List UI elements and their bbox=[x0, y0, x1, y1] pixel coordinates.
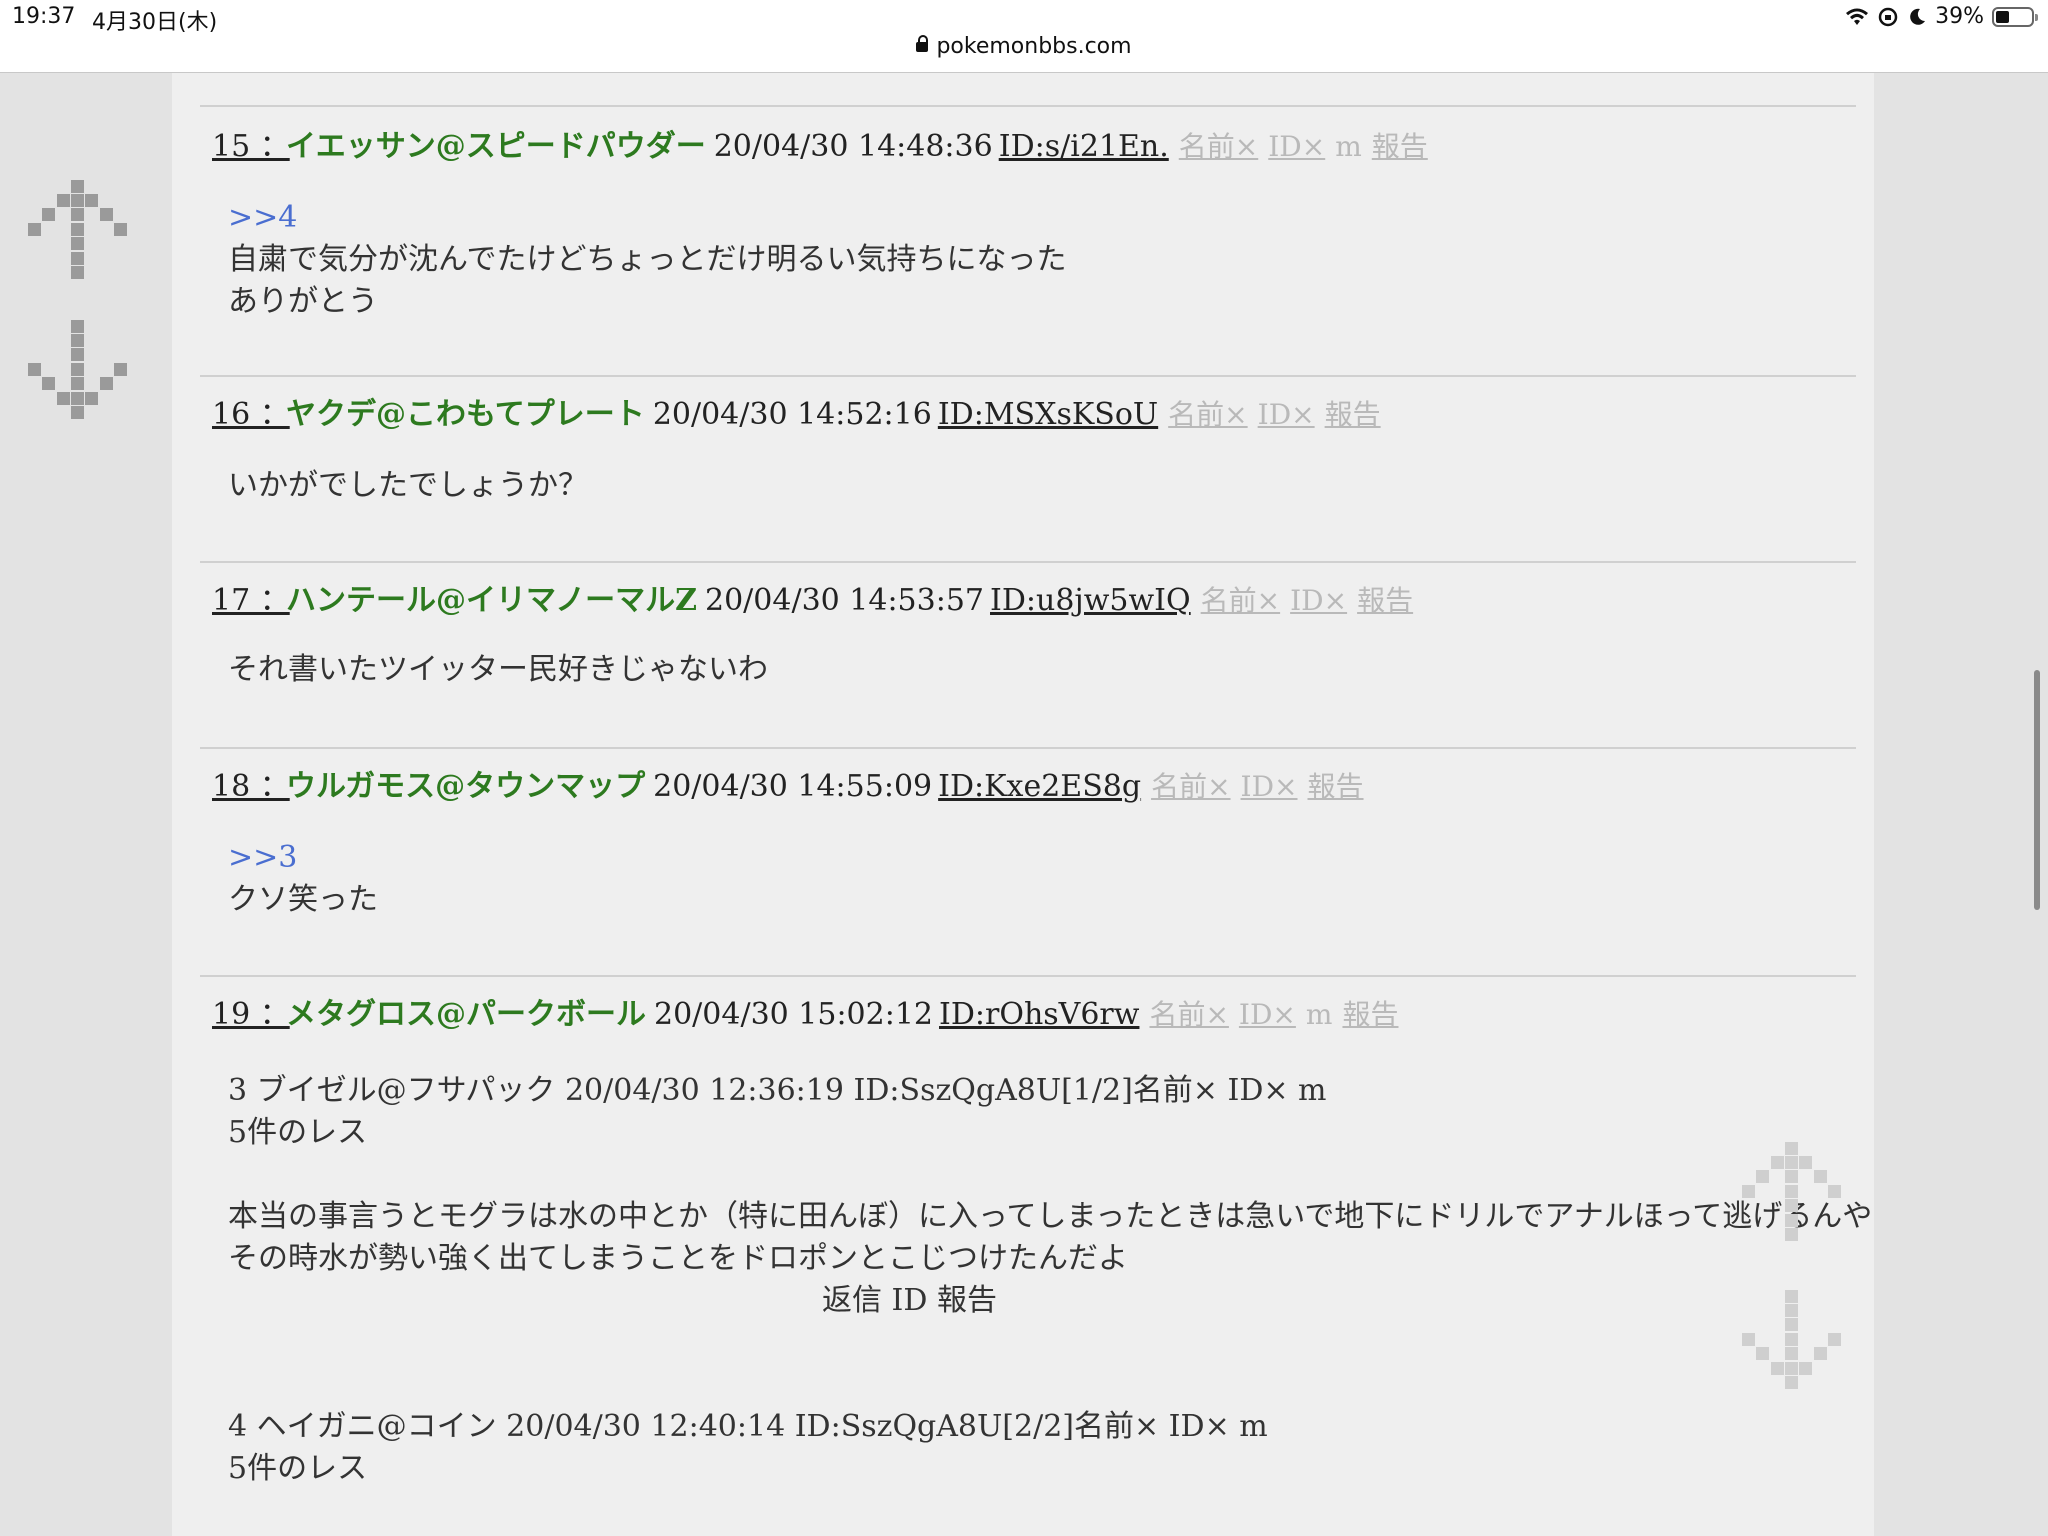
reply-anchor-link[interactable]: >>4 bbox=[228, 197, 1067, 239]
post-date: 20/04/30 15:02:12 bbox=[654, 997, 934, 1032]
post-text-line: クソ笑った bbox=[228, 882, 378, 917]
post-19: 19 ：メタグロス@パークボール 20/04/30 15:02:12 ID:rOhs… bbox=[200, 975, 1856, 1057]
quoted-text: その時水が勢い強く出てしまうことをドロポンとこじつけたんだよ bbox=[228, 1241, 1128, 1276]
post-text-line: ありがとう bbox=[228, 284, 378, 319]
poster-id-link[interactable]: ID:u8jw5wIQ bbox=[990, 583, 1191, 618]
post-date: 20/04/30 14:53:57 bbox=[705, 583, 985, 618]
poster-id-link[interactable]: ID:MSXsKSoU bbox=[938, 397, 1158, 432]
post-date: 20/04/30 14:48:36 bbox=[713, 129, 993, 164]
address-bar[interactable]: pokemonbbs.com bbox=[0, 34, 2048, 59]
hide-name-button[interactable]: 名前× bbox=[1168, 398, 1247, 431]
poster-id-link[interactable]: ID:Kxe2ES8g bbox=[938, 769, 1141, 804]
poster-id-link[interactable]: ID:rOhsV6rw bbox=[939, 997, 1139, 1032]
post-header: 19 ：メタグロス@パークボール 20/04/30 15:02:12 ID:rOhs… bbox=[212, 989, 1408, 1033]
status-bar: 19:37 4月30日(木) pokemonbbs.com 39% bbox=[0, 0, 2048, 73]
scroll-up-icon[interactable] bbox=[28, 180, 128, 280]
post-number[interactable]: 16 ： bbox=[212, 389, 290, 433]
orientation-lock-icon bbox=[1878, 7, 1898, 26]
reply-anchor-link[interactable]: >>3 bbox=[228, 837, 378, 879]
post-number[interactable]: 19 ： bbox=[212, 989, 290, 1033]
post-header: 17 ：ハンテール@イリマノーマルZ 20/04/30 14:53:57 ID:u8… bbox=[212, 575, 1423, 619]
status-time: 19:37 bbox=[12, 4, 76, 29]
poster-name: ハンテール@イリマノーマルZ bbox=[286, 583, 697, 618]
post-header: 15 ：イエッサン@スピードパウダー 20/04/30 14:48:36 ID:s/… bbox=[212, 121, 1438, 165]
post-date: 20/04/30 14:52:16 bbox=[652, 397, 932, 432]
hide-id-button[interactable]: ID× bbox=[1268, 130, 1325, 163]
post-15: 15 ：イエッサン@スピードパウダー 20/04/30 14:48:36 ID:s/… bbox=[200, 105, 1856, 375]
quoted-actions: 返信 ID 報告 bbox=[822, 1283, 997, 1318]
status-date: 4月30日(木) bbox=[92, 10, 218, 35]
reply-count: 5件のレス bbox=[228, 1115, 368, 1150]
hide-name-button[interactable]: 名前× bbox=[1151, 770, 1230, 803]
post-16: 16 ：ヤクデ@こわもてプレート 20/04/30 14:52:16 ID:MSXs… bbox=[200, 375, 1856, 561]
hide-name-button[interactable]: 名前× bbox=[1149, 998, 1228, 1031]
wifi-icon bbox=[1846, 8, 1869, 25]
hide-name-button[interactable]: 名前× bbox=[1179, 130, 1258, 163]
lock-icon bbox=[916, 35, 929, 52]
poster-name: イエッサン@スピードパウダー bbox=[286, 129, 706, 164]
post-header: 18 ：ウルガモス@タウンマップ 20/04/30 14:55:09 ID:Kxe2… bbox=[212, 761, 1374, 805]
url-text: pokemonbbs.com bbox=[936, 34, 1132, 59]
post-body: >>4 自粛で気分が沈んでたけどちょっとだけ明るい気持ちになった ありがとう bbox=[228, 197, 1067, 323]
post-body: >>3 クソ笑った bbox=[228, 837, 378, 921]
hide-id-button[interactable]: ID× bbox=[1258, 398, 1315, 431]
post-18: 18 ：ウルガモス@タウンマップ 20/04/30 14:55:09 ID:Kxe2… bbox=[200, 747, 1856, 975]
battery-percent: 39% bbox=[1935, 4, 1984, 29]
post-body: それ書いたツイッター民好きじゃないわ bbox=[228, 649, 768, 691]
hide-id-button[interactable]: ID× bbox=[1241, 770, 1298, 803]
post-text-line: いかがでしたでしょうか？ bbox=[228, 468, 588, 503]
scrollbar-thumb[interactable] bbox=[2034, 670, 2040, 910]
report-button[interactable]: 報告 bbox=[1342, 998, 1398, 1031]
post-number[interactable]: 17 ： bbox=[212, 575, 290, 619]
post-text-line: それ書いたツイッター民好きじゃないわ bbox=[228, 652, 768, 687]
post-number[interactable]: 15 ： bbox=[212, 121, 290, 165]
poster-name: メタグロス@パークボール bbox=[286, 997, 646, 1032]
post-number[interactable]: 18 ： bbox=[212, 761, 290, 805]
post-header: 16 ：ヤクデ@こわもてプレート 20/04/30 14:52:16 ID:MSXs… bbox=[212, 389, 1391, 433]
post-text-line: 自粛で気分が沈んでたけどちょっとだけ明るい気持ちになった bbox=[228, 242, 1067, 277]
moon-icon bbox=[1910, 8, 1926, 25]
hide-id-button[interactable]: ID× bbox=[1290, 584, 1347, 617]
scroll-down-icon[interactable] bbox=[1742, 1290, 1842, 1390]
quoted-header: 4 ヘイガニ@コイン 20/04/30 12:40:14 ID:SszQgA8U… bbox=[228, 1409, 1268, 1444]
quoted-post-3: 3 ブイゼル@フサパック 20/04/30 12:36:19 ID:SszQgA… bbox=[228, 1070, 1908, 1322]
battery-icon bbox=[1992, 6, 2038, 27]
m-button[interactable]: m bbox=[1306, 998, 1333, 1031]
status-indicators: 39% bbox=[1845, 4, 2038, 29]
report-button[interactable]: 報告 bbox=[1372, 130, 1428, 163]
m-button[interactable]: m bbox=[1335, 130, 1362, 163]
poster-id-link[interactable]: ID:s/i21En. bbox=[999, 129, 1169, 164]
quoted-header: 3 ブイゼル@フサパック 20/04/30 12:36:19 ID:SszQgA… bbox=[228, 1073, 1327, 1108]
quoted-text: 本当の事言うとモグラは水の中とか（特に田んぼ）に入ってしまったときは急いで地下に… bbox=[228, 1199, 1873, 1234]
hide-id-button[interactable]: ID× bbox=[1239, 998, 1296, 1031]
quoted-post-4: 4 ヘイガニ@コイン 20/04/30 12:40:14 ID:SszQgA8U… bbox=[228, 1406, 1908, 1490]
post-17: 17 ：ハンテール@イリマノーマルZ 20/04/30 14:53:57 ID:u8… bbox=[200, 561, 1856, 747]
poster-name: ヤクデ@こわもてプレート bbox=[286, 397, 645, 432]
poster-name: ウルガモス@タウンマップ bbox=[286, 769, 646, 804]
hide-name-button[interactable]: 名前× bbox=[1201, 584, 1280, 617]
report-button[interactable]: 報告 bbox=[1357, 584, 1413, 617]
reply-count: 5件のレス bbox=[228, 1451, 368, 1486]
post-body: いかがでしたでしょうか？ bbox=[228, 465, 588, 507]
post-date: 20/04/30 14:55:09 bbox=[653, 769, 933, 804]
report-button[interactable]: 報告 bbox=[1325, 398, 1381, 431]
report-button[interactable]: 報告 bbox=[1308, 770, 1364, 803]
scroll-down-icon[interactable] bbox=[28, 320, 128, 420]
scroll-up-icon[interactable] bbox=[1742, 1142, 1842, 1242]
